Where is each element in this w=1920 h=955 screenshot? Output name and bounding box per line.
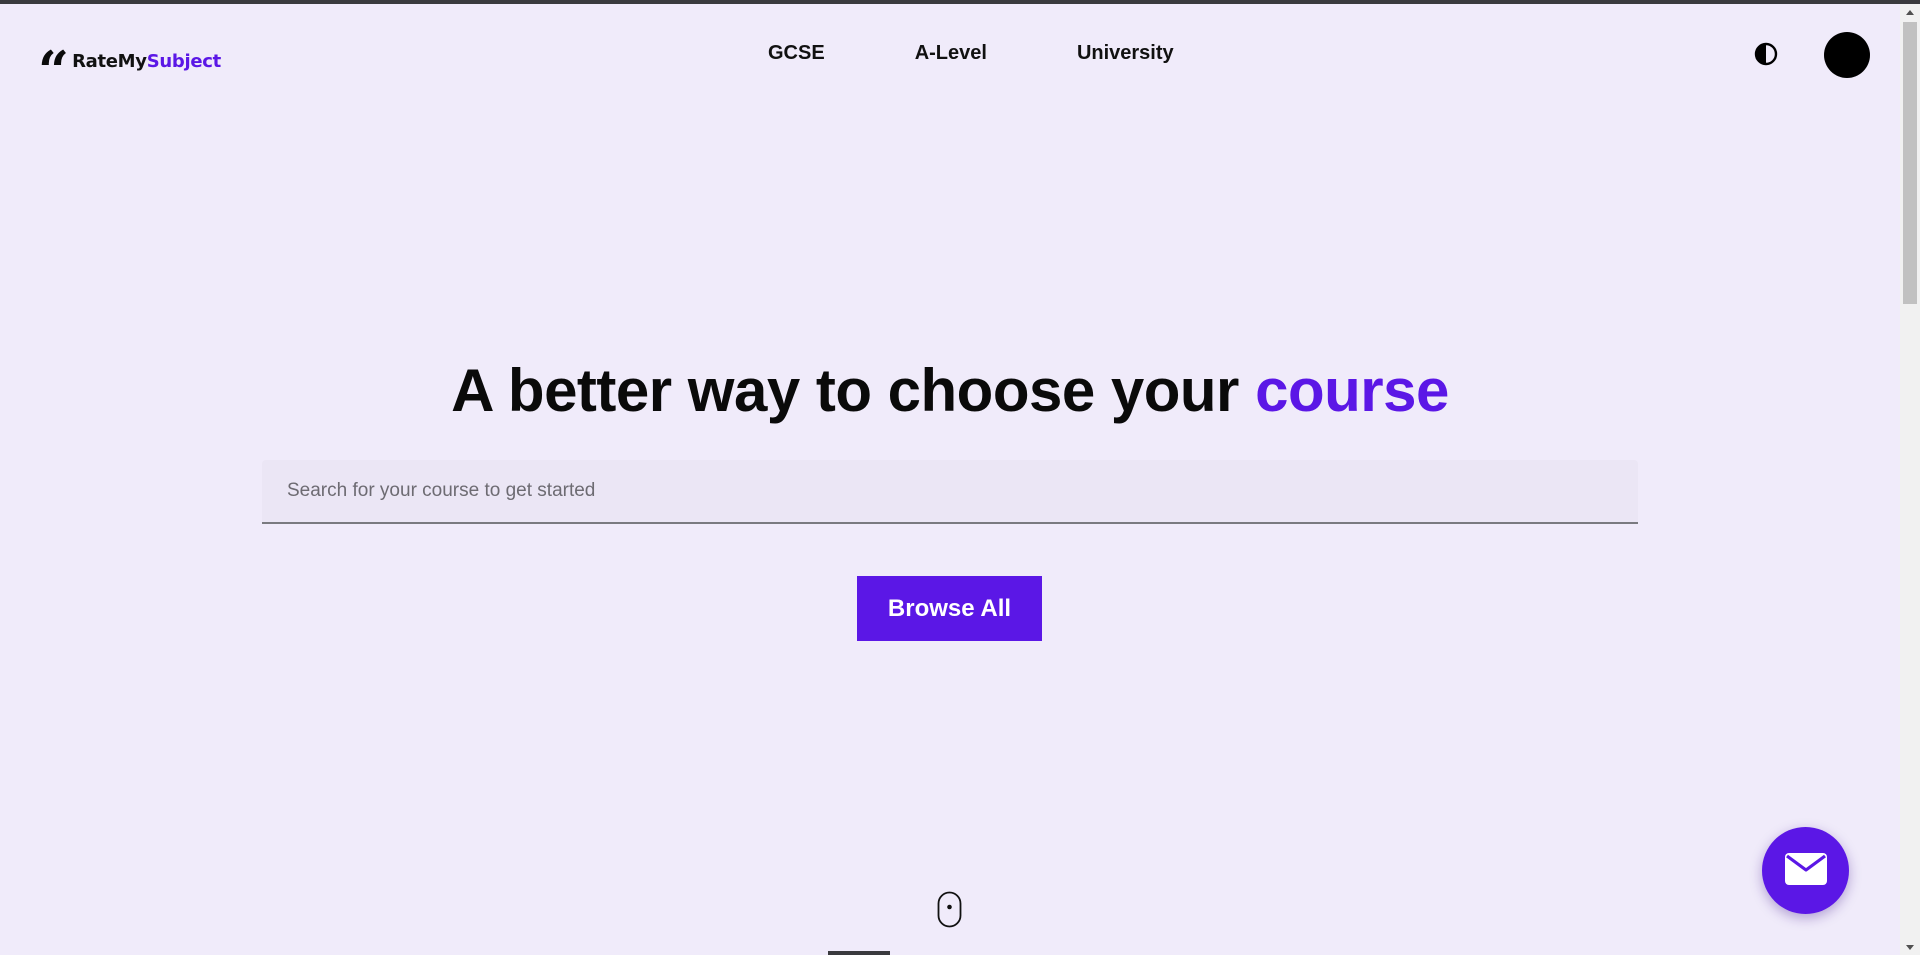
envelope-icon: [1784, 853, 1827, 888]
brand-name-part2: Subject: [146, 50, 222, 72]
search-input[interactable]: [262, 460, 1638, 522]
window-top-edge: [0, 0, 1920, 4]
brand-name-part1: RateMy: [72, 50, 147, 72]
main-nav: GCSE A-Level University: [768, 42, 1174, 65]
avatar[interactable]: [1824, 32, 1870, 78]
scroll-down-arrow-icon[interactable]: [1900, 939, 1920, 955]
scroll-up-arrow-icon[interactable]: [1900, 4, 1920, 20]
brand-logo[interactable]: “ RateMySubject: [38, 44, 221, 76]
nav-link-a-level[interactable]: A-Level: [915, 42, 987, 65]
bottom-edge-marker: [828, 951, 890, 955]
hero-title-accent: course: [1255, 357, 1449, 424]
quote-icon: “: [38, 44, 66, 74]
page: “ RateMySubject GCSE A-Level University …: [0, 0, 1920, 955]
contrast-icon[interactable]: [1754, 42, 1778, 66]
brand-name: RateMySubject: [72, 51, 221, 72]
mouse-scroll-icon[interactable]: [937, 891, 962, 928]
nav-link-gcse[interactable]: GCSE: [768, 42, 825, 65]
vertical-scrollbar[interactable]: [1900, 4, 1920, 955]
hero-title: A better way to choose your course: [0, 358, 1900, 424]
contact-button[interactable]: [1762, 827, 1849, 914]
nav-link-university[interactable]: University: [1077, 42, 1174, 65]
scrollbar-thumb[interactable]: [1903, 22, 1917, 304]
browse-all-button[interactable]: Browse All: [857, 576, 1042, 641]
search-field: [262, 460, 1638, 524]
hero-title-main: A better way to choose your: [451, 357, 1239, 424]
